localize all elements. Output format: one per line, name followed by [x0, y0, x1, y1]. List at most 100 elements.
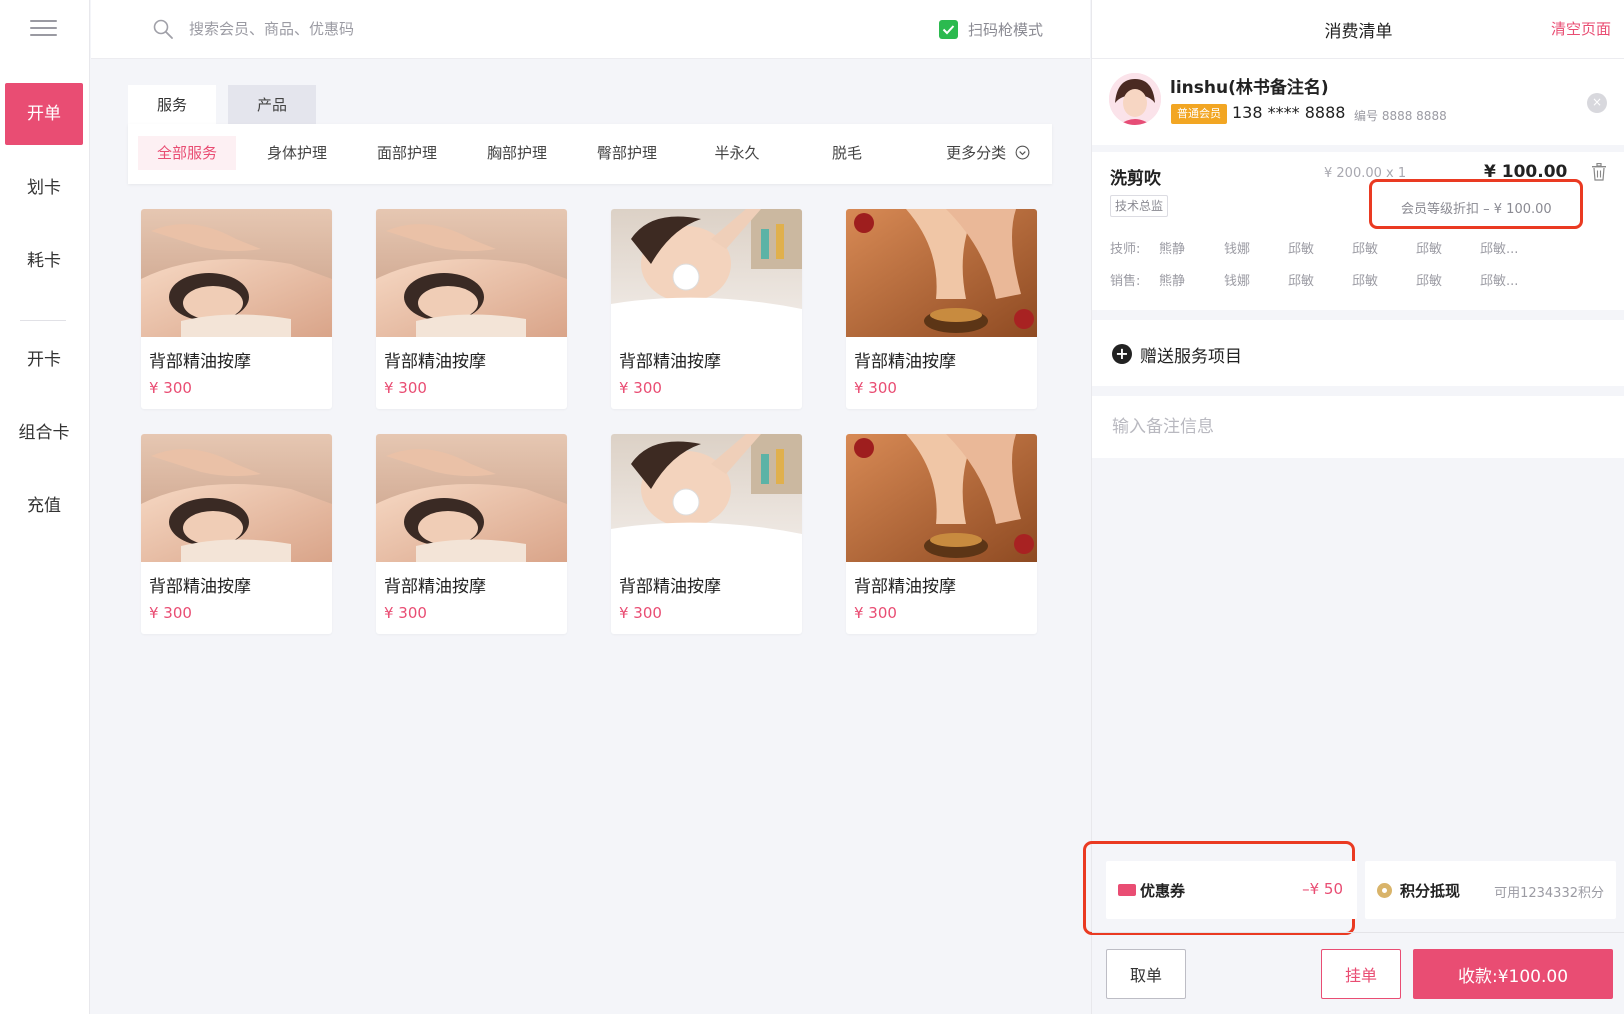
category-hair-removal[interactable]: 脱毛	[798, 136, 896, 170]
technician-name[interactable]: 邱敏	[1352, 238, 1378, 257]
product-card[interactable]: 背部精油按摩 ¥ 300	[611, 209, 802, 409]
member-name: linshu(林书备注名)	[1170, 78, 1329, 98]
check-icon	[942, 25, 955, 35]
product-image	[611, 209, 802, 337]
sidebar-item-swipe-card[interactable]: 划卡	[5, 157, 83, 219]
category-chest-care[interactable]: 胸部护理	[468, 136, 566, 170]
facial-care-image	[611, 209, 802, 337]
note-section	[1092, 396, 1624, 458]
sales-name[interactable]: 熊静	[1159, 270, 1185, 289]
hang-order-button[interactable]: 挂单	[1321, 949, 1401, 999]
clear-page-link[interactable]: 清空页面	[1551, 18, 1611, 39]
discount-highlight-box	[1369, 179, 1583, 229]
technician-name[interactable]: 邱敏	[1288, 238, 1314, 257]
category-all-services[interactable]: 全部服务	[138, 136, 236, 170]
sales-name[interactable]: 邱敏	[1288, 270, 1314, 289]
technician-name[interactable]: 熊静	[1159, 238, 1185, 257]
technician-name[interactable]: 邱敏	[1416, 238, 1442, 257]
coupon-label: 优惠券	[1140, 882, 1186, 900]
product-card[interactable]: 背部精油按摩 ¥ 300	[141, 209, 332, 409]
footer-divider	[1092, 932, 1624, 933]
order-item-name: 洗剪吹	[1110, 169, 1161, 189]
oil-massage-image	[846, 209, 1037, 337]
close-icon[interactable]: ×	[1587, 93, 1607, 113]
sales-name[interactable]: 邱敏	[1416, 270, 1442, 289]
scan-mode-label[interactable]: 扫码枪模式	[968, 19, 1043, 40]
category-more-label: 更多分类	[946, 144, 1007, 162]
back-massage-image	[376, 434, 567, 562]
product-image	[376, 209, 567, 337]
category-more[interactable]: 更多分类	[928, 136, 1048, 170]
sidebar: 开单 划卡 耗卡 开卡 组合卡 充值	[0, 0, 90, 1014]
product-image	[141, 434, 332, 562]
search-input[interactable]	[187, 14, 687, 44]
product-card[interactable]: 背部精油按摩 ¥ 300	[141, 434, 332, 634]
back-massage-image	[376, 209, 567, 337]
gift-service-label: 赠送服务项目	[1140, 347, 1242, 367]
note-input[interactable]	[1110, 411, 1590, 443]
sales-label: 销售:	[1110, 274, 1141, 289]
menu-icon[interactable]	[30, 20, 57, 38]
tab-products[interactable]: 产品	[228, 85, 316, 125]
product-image	[846, 209, 1037, 337]
sidebar-item-open-card[interactable]: 开卡	[5, 329, 83, 391]
product-price: ¥ 300	[149, 379, 192, 397]
coupon-button[interactable]: 优惠券 –¥ 50	[1106, 861, 1357, 919]
back-massage-image	[141, 209, 332, 337]
category-face-care[interactable]: 面部护理	[358, 136, 456, 170]
product-name: 背部精油按摩	[149, 352, 251, 372]
sidebar-divider	[20, 320, 66, 321]
pay-button[interactable]: 收款:¥100.00	[1413, 949, 1613, 999]
scan-mode-checkbox[interactable]	[939, 20, 958, 39]
technician-name[interactable]: 邱敏...	[1480, 238, 1518, 257]
sidebar-item-consume-card[interactable]: 耗卡	[5, 230, 83, 292]
product-card[interactable]: 背部精油按摩 ¥ 300	[376, 209, 567, 409]
category-hip-care[interactable]: 臀部护理	[578, 136, 676, 170]
search-bar: 扫码枪模式	[91, 0, 1090, 59]
category-body-care[interactable]: 身体护理	[248, 136, 346, 170]
product-price: ¥ 300	[619, 379, 662, 397]
tab-services[interactable]: 服务	[128, 85, 216, 125]
technician-name[interactable]: 钱娜	[1224, 238, 1250, 257]
sidebar-item-open-order[interactable]: 开单	[5, 83, 83, 145]
oil-massage-image	[846, 434, 1037, 562]
sidebar-item-combo-card[interactable]: 组合卡	[5, 402, 83, 464]
search-icon	[153, 19, 173, 39]
product-name: 背部精油按摩	[149, 577, 251, 597]
cancel-order-button[interactable]: 取单	[1106, 949, 1186, 999]
order-panel: 消费清单 清空页面 linshu(林书备注名) 普通会员 138 **** 88…	[1083, 0, 1624, 1014]
product-card[interactable]: 背部精油按摩 ¥ 300	[376, 434, 567, 634]
sidebar-item-recharge[interactable]: 充值	[5, 475, 83, 537]
panel-title: 消费清单	[1324, 22, 1393, 42]
ticket-icon	[1118, 884, 1136, 896]
technician-label: 技师:	[1110, 242, 1141, 257]
category-semi-permanent[interactable]: 半永久	[688, 136, 786, 170]
sales-name[interactable]: 邱敏	[1352, 270, 1378, 289]
product-card[interactable]: 背部精油按摩 ¥ 300	[846, 209, 1037, 409]
trash-icon[interactable]	[1591, 163, 1607, 181]
member-phone: 138 **** 8888	[1232, 103, 1346, 122]
member-card[interactable]: linshu(林书备注名) 普通会员 138 **** 8888 编号 8888…	[1092, 59, 1624, 145]
product-price: ¥ 300	[149, 604, 192, 622]
points-label: 积分抵现	[1400, 882, 1461, 900]
chevron-down-icon	[1015, 145, 1030, 160]
product-name: 背部精油按摩	[854, 577, 956, 597]
member-level-badge: 普通会员	[1171, 104, 1227, 124]
product-price: ¥ 300	[854, 604, 897, 622]
product-price: ¥ 300	[384, 379, 427, 397]
product-name: 背部精油按摩	[384, 352, 486, 372]
points-redeem-button[interactable]: 积分抵现 可用1234332积分	[1365, 861, 1616, 919]
add-gift-service-button[interactable]: + 赠送服务项目	[1092, 320, 1624, 386]
sales-name[interactable]: 邱敏...	[1480, 270, 1518, 289]
member-number: 编号 8888 8888	[1354, 109, 1447, 123]
product-image	[376, 434, 567, 562]
category-bar: 全部服务 身体护理 面部护理 胸部护理 臀部护理 半永久 脱毛 更多分类	[128, 124, 1052, 184]
product-card[interactable]: 背部精油按摩 ¥ 300	[846, 434, 1037, 634]
points-available: 可用1234332积分	[1494, 886, 1604, 901]
coupon-value: –¥ 50	[1302, 880, 1343, 898]
product-name: 背部精油按摩	[854, 352, 956, 372]
sales-name[interactable]: 钱娜	[1224, 270, 1250, 289]
order-item-tag: 技术总监	[1110, 195, 1169, 217]
back-massage-image	[141, 434, 332, 562]
product-card[interactable]: 背部精油按摩 ¥ 300	[611, 434, 802, 634]
